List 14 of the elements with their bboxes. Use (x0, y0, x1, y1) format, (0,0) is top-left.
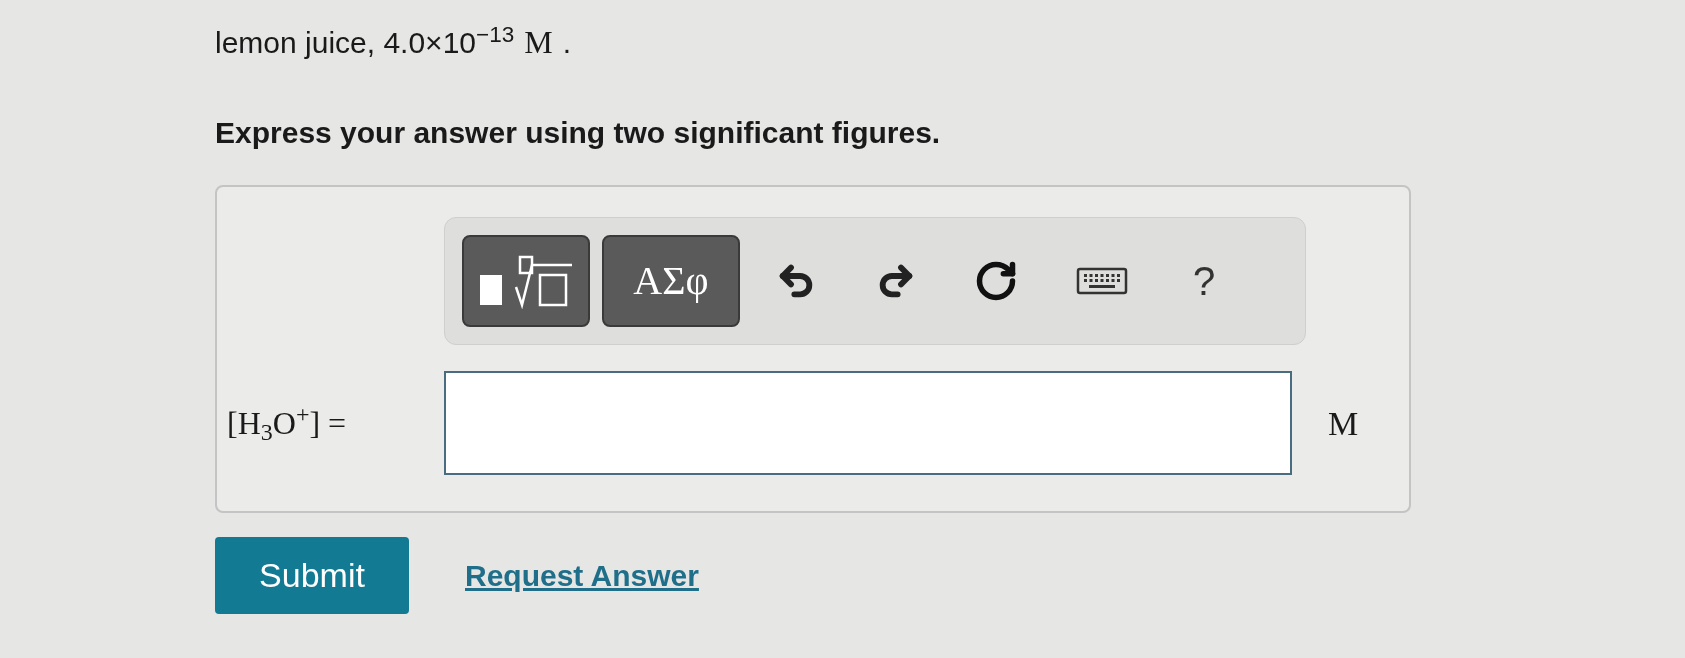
period-text: . (562, 25, 571, 61)
reset-icon (974, 259, 1018, 303)
unit-text: M (524, 23, 553, 62)
answer-label: [H$_{3}$O$^{+}$] = (227, 400, 348, 447)
answer-field[interactable] (444, 371, 1292, 475)
submit-button[interactable]: Submit (215, 537, 409, 614)
question-text: lemon juice, 4.0×10$^{−13}$ (215, 20, 515, 61)
templates-button[interactable] (462, 235, 590, 327)
keyboard-icon (1076, 267, 1128, 295)
instruction-text: Express your answer using two significant figures. (215, 115, 942, 151)
answer-unit: M (1328, 403, 1359, 444)
help-button[interactable]: ? (1164, 235, 1244, 327)
request-answer-link[interactable]: Request Answer (465, 553, 699, 598)
symbols-button[interactable]: ΑΣφ (602, 235, 740, 327)
